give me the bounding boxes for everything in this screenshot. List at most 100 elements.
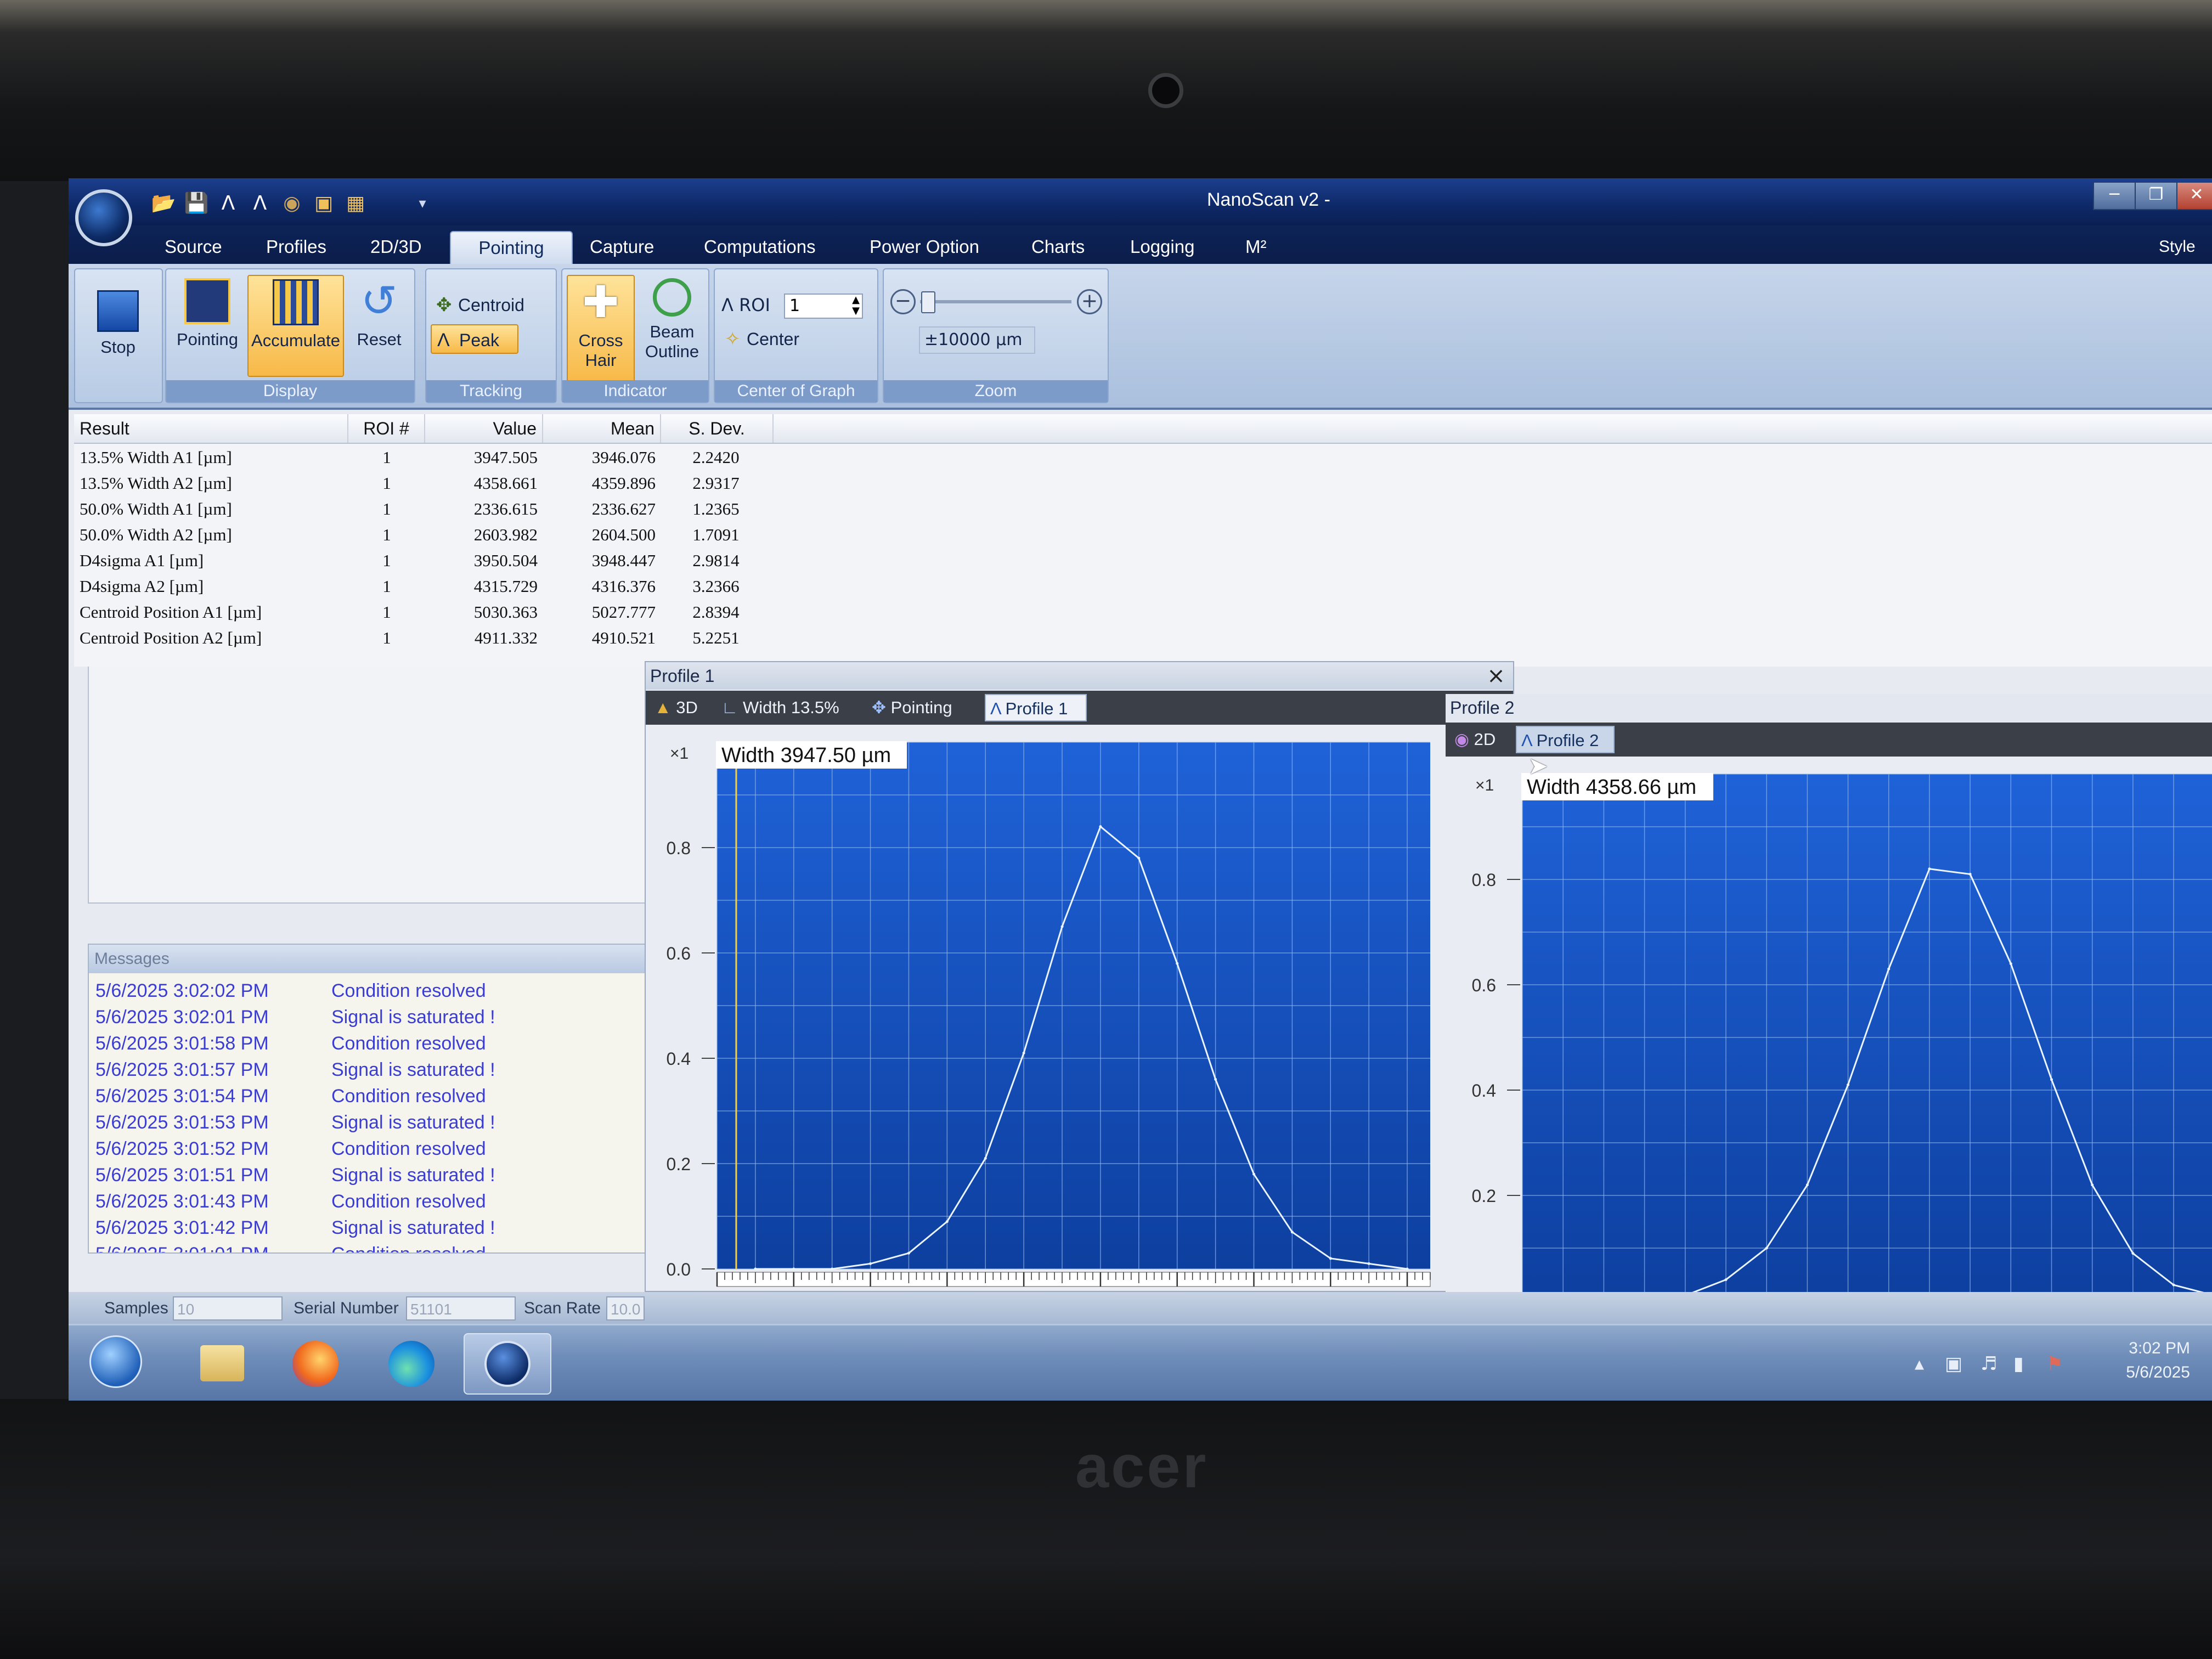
- list-item[interactable]: 5/6/2025 3:01:01 PM Condition resolved: [95, 1241, 704, 1252]
- serial-number-field[interactable]: 51101: [406, 1296, 516, 1321]
- profile1-tab-profile[interactable]: Λ Profile 1: [985, 694, 1087, 721]
- tab-charts[interactable]: Charts: [1026, 231, 1090, 263]
- save-icon[interactable]: 💾: [184, 192, 209, 215]
- list-item[interactable]: 5/6/2025 3:01:54 PM Condition resolved: [95, 1083, 704, 1109]
- list-item[interactable]: 5/6/2025 3:02:02 PM Condition resolved: [95, 978, 704, 1004]
- center-icon: ✧: [725, 329, 741, 349]
- col-sdev[interactable]: S. Dev.: [661, 414, 774, 443]
- firefox-taskbar-button[interactable]: [272, 1333, 354, 1395]
- y-tick-label: 0.8: [1472, 870, 1496, 890]
- restore-button[interactable]: ❐: [2135, 182, 2177, 210]
- taskbar-clock[interactable]: 3:02 PM 5/6/2025: [2126, 1336, 2190, 1385]
- tab-power-option[interactable]: Power Option: [864, 231, 985, 263]
- col-value[interactable]: Value: [425, 414, 543, 443]
- volume-icon[interactable]: ♬: [1980, 1353, 1997, 1375]
- tab-computations[interactable]: Computations: [698, 231, 821, 263]
- edge-taskbar-button[interactable]: [368, 1333, 450, 1395]
- accumulate-button[interactable]: Accumulate: [247, 275, 344, 377]
- network-signal-icon[interactable]: ▮: [2013, 1353, 2024, 1375]
- tab-profiles[interactable]: Profiles: [261, 231, 332, 263]
- list-item[interactable]: 5/6/2025 3:01:51 PM Signal is saturated !: [95, 1162, 704, 1188]
- table-row[interactable]: D4sigma A2 [µm] 1 4315.729 4316.376 3.2366: [74, 574, 787, 599]
- roi-spinner[interactable]: 1 ▲ ▼: [784, 294, 863, 319]
- grid-icon[interactable]: ▦: [343, 192, 368, 215]
- target-icon[interactable]: ◉: [279, 192, 304, 215]
- roi-spinner-arrows-icon[interactable]: ▲ ▼: [852, 295, 860, 317]
- tab-capture[interactable]: Capture: [584, 231, 659, 263]
- profile1-chart[interactable]: 0.00.20.40.60.80100020003000400050006000…: [646, 726, 1513, 1291]
- taskbar: ▴ ▣ ♬ ▮ ⚑ 3:02 PM 5/6/2025: [69, 1324, 2212, 1401]
- list-item[interactable]: 5/6/2025 3:01:57 PM Signal is saturated !: [95, 1057, 704, 1083]
- file-explorer-taskbar-button[interactable]: [178, 1333, 261, 1395]
- table-row[interactable]: 13.5% Width A2 [µm] 1 4358.661 4359.896 2.93…: [74, 471, 787, 496]
- centroid-button[interactable]: ✥ Centroid: [431, 290, 552, 320]
- tab-logging[interactable]: Logging: [1125, 231, 1200, 263]
- data-point: [1329, 1257, 1332, 1260]
- list-item[interactable]: 5/6/2025 3:01:53 PM Signal is saturated !: [95, 1109, 704, 1136]
- zoom-caption: Zoom: [884, 380, 1108, 402]
- minimize-button[interactable]: ─: [2093, 182, 2136, 210]
- pointing-icon: [184, 278, 230, 324]
- close-window-button[interactable]: ✕: [2176, 182, 2212, 210]
- zoom-out-icon[interactable]: −: [890, 289, 916, 314]
- stop-button[interactable]: Stop: [80, 275, 156, 377]
- profile-a-icon[interactable]: Λ: [216, 192, 241, 215]
- table-row[interactable]: 13.5% Width A1 [µm] 1 3947.505 3946.076 2.24…: [74, 445, 787, 470]
- zoom-in-icon[interactable]: +: [1077, 289, 1102, 314]
- profile2-tab-profile[interactable]: Λ Profile 2: [1516, 726, 1615, 753]
- tracking-caption: Tracking: [426, 380, 556, 402]
- profile1-tab-3d[interactable]: ▲ 3D: [650, 694, 709, 721]
- pointing-button[interactable]: Pointing: [170, 275, 245, 377]
- samples-field[interactable]: 10: [173, 1296, 283, 1321]
- beam-outline-button[interactable]: Beam Outline: [637, 275, 707, 383]
- profile1-tab-pointing[interactable]: ✥ Pointing: [867, 694, 977, 721]
- cell-result: 13.5% Width A2 [µm]: [80, 473, 232, 493]
- device-icon[interactable]: ▣: [1945, 1353, 1962, 1375]
- nanoscan-taskbar-button[interactable]: [464, 1333, 551, 1395]
- col-mean[interactable]: Mean: [543, 414, 661, 443]
- profile2-tab-2d[interactable]: ◉ 2D: [1450, 726, 1510, 753]
- camera-icon[interactable]: ▣: [311, 192, 336, 215]
- list-item[interactable]: 5/6/2025 3:01:43 PM Condition resolved: [95, 1188, 704, 1215]
- customize-chevron-icon[interactable]: ▾: [410, 192, 435, 215]
- profile1-tab-width[interactable]: ∟ Width 13.5%: [717, 694, 860, 721]
- peak-button[interactable]: Λ Peak: [431, 324, 518, 354]
- table-row[interactable]: Centroid Position A1 [µm] 1 5030.363 5027.7…: [74, 600, 787, 625]
- scan-rate-field[interactable]: 10.0: [606, 1296, 645, 1321]
- list-item[interactable]: 5/6/2025 3:01:52 PM Condition resolved: [95, 1136, 704, 1162]
- start-button[interactable]: [80, 1333, 151, 1395]
- tab-source[interactable]: Source: [159, 231, 228, 263]
- application-orb-button[interactable]: [75, 189, 132, 246]
- col-result[interactable]: Result: [74, 414, 348, 443]
- profile2-chart[interactable]: 0.00.20.40.60.80100020003000400050006000…: [1446, 758, 2212, 1292]
- message-text: Condition resolved: [331, 1138, 486, 1159]
- tab-pointing[interactable]: Pointing: [450, 231, 573, 264]
- list-item[interactable]: 5/6/2025 3:01:42 PM Signal is saturated !: [95, 1215, 704, 1241]
- zoom-slider[interactable]: [920, 300, 1071, 303]
- cross-hair-button[interactable]: ✚ Cross Hair: [567, 275, 635, 383]
- center-button[interactable]: ✧ Center: [719, 324, 851, 354]
- table-row[interactable]: 50.0% Width A2 [µm] 1 2603.982 2604.500 1.70…: [74, 522, 787, 548]
- zoom-range-field[interactable]: ±10000 µm: [919, 326, 1035, 354]
- table-row[interactable]: 50.0% Width A1 [µm] 1 2336.615 2336.627 1.23…: [74, 496, 787, 522]
- show-hidden-icons-icon[interactable]: ▴: [1915, 1353, 1924, 1375]
- action-center-flag-icon[interactable]: ⚑: [2046, 1353, 2063, 1375]
- reset-button[interactable]: ↺ Reset: [346, 275, 412, 377]
- title-bar: 📂 💾 Λ Λ ◉ ▣ ▦ ▾ NanoScan v2 - ─ ❐ ✕: [69, 178, 2212, 225]
- list-item[interactable]: 5/6/2025 3:02:01 PM Signal is saturated !: [95, 1004, 704, 1030]
- list-item[interactable]: 5/6/2025 3:01:58 PM Condition resolved: [95, 1030, 704, 1057]
- multiplier-label: ×1: [670, 744, 689, 763]
- table-row[interactable]: D4sigma A1 [µm] 1 3950.504 3948.447 2.9814: [74, 548, 787, 573]
- tab-m-squared[interactable]: M²: [1240, 231, 1272, 263]
- table-row[interactable]: Centroid Position A2 [µm] 1 4911.332 4910.5…: [74, 625, 787, 651]
- accumulate-icon: [273, 279, 319, 325]
- profile1-close-button[interactable]: ×: [1482, 662, 1510, 690]
- message-text: Condition resolved: [331, 1241, 486, 1252]
- zoom-slider-thumb[interactable]: [921, 291, 935, 313]
- data-point: [1765, 1246, 1768, 1250]
- profile-b-icon[interactable]: Λ: [247, 192, 273, 215]
- col-roi[interactable]: ROI #: [348, 414, 425, 443]
- tab-2d-3d[interactable]: 2D/3D: [365, 231, 427, 263]
- open-folder-icon[interactable]: 📂: [151, 192, 176, 215]
- style-menu[interactable]: Style: [2153, 231, 2201, 263]
